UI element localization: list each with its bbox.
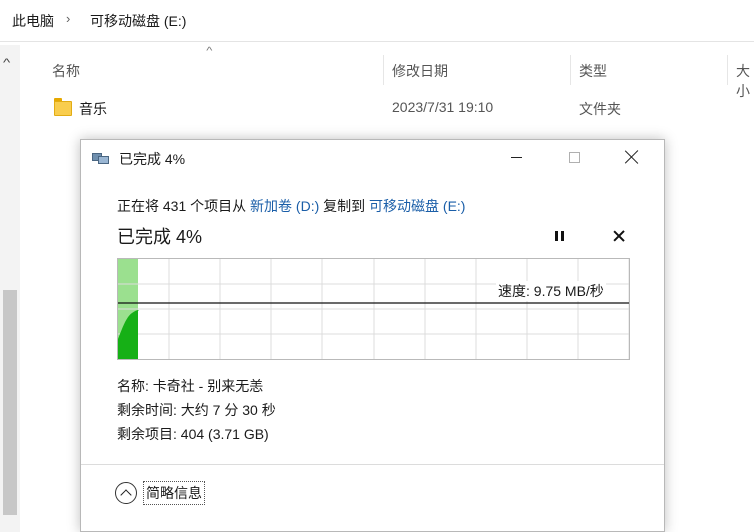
breadcrumb-chevron-icon: ›	[66, 11, 71, 26]
maximize-button	[551, 140, 597, 174]
status-middle: 复制到	[319, 198, 370, 214]
scrollbar-thumb[interactable]	[3, 290, 17, 515]
cancel-button[interactable]	[609, 226, 629, 246]
file-type: 文件夹	[579, 101, 621, 117]
less-details-button[interactable]: 简略信息	[115, 480, 205, 506]
detail-file-name: 名称: 卡奇社 - 别来无恙	[117, 378, 264, 394]
source-drive-link[interactable]: 新加卷 (D:)	[250, 198, 319, 214]
scroll-up-icon[interactable]: ^	[3, 57, 10, 69]
status-prefix: 正在将 431 个项目从	[117, 198, 251, 214]
folder-icon	[54, 98, 72, 116]
transfer-speed-graph: 速度: 9.75 MB/秒	[117, 258, 630, 360]
minimize-button[interactable]	[493, 140, 539, 174]
column-divider[interactable]	[570, 55, 571, 85]
detail-items-left: 剩余项目: 404 (3.71 GB)	[117, 426, 269, 442]
sort-ascending-icon: ^	[206, 46, 213, 57]
minimize-icon	[510, 156, 522, 158]
detail-time-left: 剩余时间: 大约 7 分 30 秒	[117, 402, 276, 418]
vertical-scrollbar[interactable]: ^ v	[0, 45, 20, 532]
close-button[interactable]	[609, 140, 655, 174]
dialog-divider	[81, 464, 664, 465]
speed-graph-canvas	[118, 259, 629, 359]
file-name[interactable]: 音乐	[79, 99, 107, 119]
column-header-name[interactable]: 名称	[52, 61, 80, 81]
column-header-size[interactable]: 大小	[736, 61, 754, 101]
copy-icon	[92, 152, 110, 164]
close-icon	[625, 150, 639, 164]
dialog-title: 已完成 4%	[119, 151, 186, 167]
destination-drive-link[interactable]: 可移动磁盘 (E:)	[369, 198, 465, 214]
breadcrumb-this-pc[interactable]: 此电脑	[12, 11, 54, 31]
pause-button[interactable]	[549, 226, 569, 246]
maximize-icon	[568, 151, 580, 163]
less-details-label: 简略信息	[143, 481, 205, 505]
speed-label: 速度: 9.75 MB/秒	[496, 281, 606, 301]
column-divider[interactable]	[727, 55, 728, 85]
column-header-modified[interactable]: 修改日期	[392, 61, 448, 81]
pause-icon	[554, 231, 558, 241]
copy-status-line: 正在将 431 个项目从 新加卷 (D:) 复制到 可移动磁盘 (E:)	[117, 196, 465, 216]
progress-heading: 已完成 4%	[117, 227, 203, 247]
column-divider[interactable]	[383, 55, 384, 85]
file-modified: 2023/7/31 19:10	[392, 99, 494, 115]
copy-progress-dialog: 已完成 4% 正在将 431 个项目从 新加卷 (D:) 复制到 可移动磁盘 (…	[80, 139, 665, 532]
breadcrumb-removable-disk[interactable]: 可移动磁盘 (E:)	[90, 11, 186, 31]
column-header-type[interactable]: 类型	[579, 61, 607, 81]
chevron-up-circle-icon	[115, 482, 137, 504]
dialog-titlebar[interactable]: 已完成 4%	[81, 140, 664, 174]
address-breadcrumb: 此电脑 › 可移动磁盘 (E:)	[0, 0, 754, 42]
